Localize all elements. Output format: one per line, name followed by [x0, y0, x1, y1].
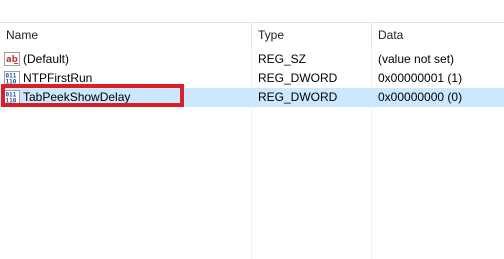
- value-type: REG_SZ: [258, 52, 307, 66]
- column-header-data[interactable]: Data: [378, 23, 403, 47]
- value-name: (Default): [23, 52, 70, 66]
- binary-value-icon: 011 110: [4, 70, 20, 86]
- values-list: ab (Default) REG_SZ (value not set) 011 …: [0, 50, 504, 107]
- registry-value-row[interactable]: 011 110 NTPFirstRun REG_DWORD 0x00000001…: [0, 69, 504, 88]
- column-header-bar: Name Type Data: [0, 23, 504, 47]
- value-type: REG_DWORD: [258, 71, 338, 85]
- column-header-type[interactable]: Type: [258, 23, 284, 47]
- column-divider[interactable]: [251, 23, 252, 47]
- value-data: 0x00000000 (0): [378, 90, 463, 104]
- svg-text:110: 110: [6, 98, 17, 105]
- value-data: 0x00000001 (1): [378, 71, 463, 85]
- value-type: REG_DWORD: [258, 90, 338, 104]
- registry-value-row[interactable]: ab (Default) REG_SZ (value not set): [0, 50, 504, 69]
- string-value-icon: ab: [4, 51, 20, 67]
- binary-value-icon: 011 110: [4, 89, 20, 105]
- svg-text:110: 110: [6, 79, 17, 86]
- value-name: NTPFirstRun: [23, 71, 93, 85]
- value-name: TabPeekShowDelay: [23, 90, 131, 104]
- column-header-name[interactable]: Name: [6, 23, 38, 47]
- column-divider[interactable]: [371, 23, 372, 47]
- registry-values-pane: Name Type Data ab (Default) REG_SZ (valu…: [0, 0, 504, 259]
- value-data: (value not set): [378, 52, 455, 66]
- registry-value-row-selected[interactable]: 011 110 TabPeekShowDelay REG_DWORD 0x000…: [0, 88, 504, 107]
